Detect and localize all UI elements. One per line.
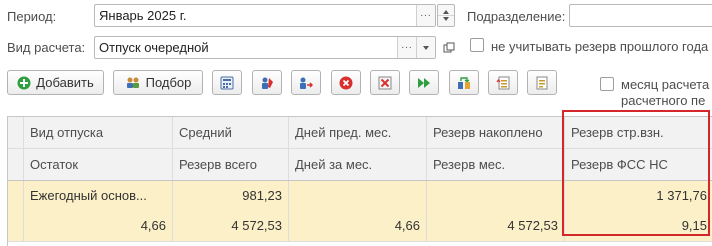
col-header-remaining[interactable]: Остаток (24, 149, 173, 180)
list-settings-icon (536, 76, 548, 89)
fast-forward-icon (418, 77, 430, 88)
transfer-icon (458, 76, 470, 89)
calc-type-dropdown-button[interactable]: ... (397, 37, 416, 58)
col-header-vacation-type[interactable]: Вид отпуска (24, 117, 173, 148)
list-up-icon (496, 76, 510, 89)
calc-type-label: Вид расчета: (7, 40, 86, 55)
row-marker-cell (8, 149, 24, 180)
period-value: Январь 2025 г. (99, 8, 187, 23)
cell-reserve-fss[interactable]: 9,15 (565, 210, 712, 241)
list-settings-button[interactable] (527, 70, 557, 95)
cell-remaining[interactable]: 4,66 (24, 210, 173, 241)
col-header-reserve-total[interactable]: Резерв всего (173, 149, 289, 180)
pick-people-icon (126, 77, 139, 88)
row-marker-cell (8, 117, 24, 148)
calc-type-chevron-button[interactable] (416, 37, 435, 58)
col-header-reserve-month[interactable]: Резерв мес. (427, 149, 565, 180)
reserve-table[interactable]: Вид отпуска Средний Дней пред. мес. Резе… (7, 116, 712, 246)
transfer-button[interactable] (449, 70, 479, 95)
col-header-days-prev-month[interactable]: Дней пред. мес. (289, 117, 427, 148)
add-button[interactable]: Добавить (7, 70, 104, 95)
clear-icon (378, 76, 392, 89)
calc-type-value: Отпуск очередной (99, 40, 209, 55)
division-label: Подразделение: (467, 9, 566, 24)
fast-forward-button[interactable] (409, 70, 439, 95)
open-calc-type-button[interactable] (440, 36, 458, 59)
col-header-reserve-accrued[interactable]: Резерв накоплено (427, 117, 565, 148)
table-header-row-1: Вид отпуска Средний Дней пред. мес. Резе… (8, 117, 712, 148)
list-up-button[interactable] (488, 70, 518, 95)
table-row-line-2[interactable]: 4,66 4 572,53 4,66 4 572,53 9,15 (8, 210, 712, 241)
calc-type-field[interactable]: Отпуск очередной ... (94, 36, 436, 59)
month-calc-label-line1: месяц расчета (621, 77, 710, 92)
stop-icon (339, 76, 353, 89)
pick-button-label: Подбор (145, 75, 192, 90)
add-button-label: Добавить (36, 75, 94, 90)
assign-icon (300, 77, 313, 89)
col-header-reserve-fss[interactable]: Резерв ФСС НС (565, 149, 712, 180)
cell-average[interactable]: 981,23 (173, 181, 289, 210)
row-marker-cell (8, 210, 24, 241)
chevron-down-icon (423, 45, 429, 50)
row-marker-cell (8, 181, 24, 210)
period-label: Период: (7, 9, 57, 24)
arrow-up-icon (443, 10, 449, 14)
calculator-icon (220, 76, 234, 89)
cell-vacation-type[interactable]: Ежегодный основ... (24, 181, 173, 210)
ellipsis-icon: ... (420, 7, 432, 19)
reserve-prev-year-label: не учитывать резерв прошлого года (491, 39, 709, 54)
clear-button[interactable] (370, 70, 400, 95)
col-header-average[interactable]: Средний (173, 117, 289, 148)
table-row[interactable]: Ежегодный основ... 981,23 1 371,76 (8, 181, 712, 210)
cancel-button[interactable] (331, 70, 361, 95)
period-field[interactable]: Январь 2025 г. ... (94, 4, 436, 27)
reserve-prev-year-checkbox[interactable] (470, 38, 484, 52)
period-stepper[interactable] (437, 4, 455, 27)
col-header-reserve-insurance[interactable]: Резерв стр.взн. (565, 117, 712, 148)
pick-button[interactable]: Подбор (113, 70, 203, 95)
month-calc-label-line2: расчетного пе (621, 93, 706, 108)
cell-days-month[interactable]: 4,66 (289, 210, 427, 241)
cell-reserve-accrued[interactable] (427, 181, 565, 210)
calculate-button[interactable] (212, 70, 242, 95)
table-header-row-2: Остаток Резерв всего Дней за мес. Резерв… (8, 149, 712, 180)
cell-days-prev-month[interactable] (289, 181, 427, 210)
arrow-down-icon (443, 17, 449, 21)
cell-reserve-insurance[interactable]: 1 371,76 (565, 181, 712, 210)
col-header-days-month[interactable]: Дней за мес. (289, 149, 427, 180)
division-field[interactable] (569, 4, 712, 27)
ellipsis-icon: ... (401, 39, 413, 51)
cell-reserve-total[interactable]: 4 572,53 (173, 210, 289, 241)
period-select-button[interactable]: ... (416, 5, 435, 26)
open-icon (443, 42, 455, 52)
plus-circle-icon (17, 76, 31, 89)
month-calc-checkbox[interactable] (600, 77, 614, 91)
assign-button[interactable] (291, 70, 321, 95)
cell-reserve-month[interactable]: 4 572,53 (427, 210, 565, 241)
edit-person-button[interactable] (252, 70, 282, 95)
edit-person-icon (262, 77, 273, 89)
